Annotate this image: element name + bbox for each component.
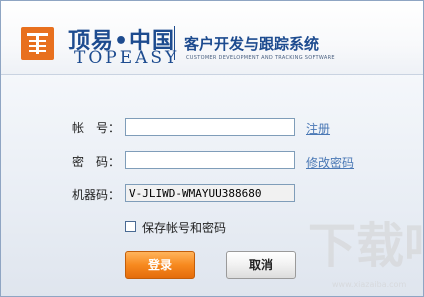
watermark-text: 下载吧 <box>308 218 423 274</box>
topeasy-logo-icon <box>21 27 54 60</box>
register-link[interactable]: 注册 <box>306 120 330 137</box>
watermark-url: www.xiazaiba.com <box>332 280 407 289</box>
remember-label[interactable]: 保存帐号和密码 <box>142 219 226 236</box>
brand-name-english: TOPEASY <box>74 48 180 68</box>
account-label: 帐 号： <box>72 121 121 135</box>
password-label: 密 码： <box>72 155 121 169</box>
login-window: 顶易•中国 TOPEASY 客户开发与跟踪系统 CUSTOMER DEVELOP… <box>0 0 424 297</box>
password-input[interactable] <box>125 151 295 169</box>
site-watermark: 下载吧 www.xiazaiba.com <box>286 206 423 291</box>
change-password-link[interactable]: 修改密码 <box>306 154 354 171</box>
system-title: 客户开发与跟踪系统 <box>184 35 320 53</box>
system-subtitle: CUSTOMER DEVELOPMENT AND TRACKING SOFTWA… <box>186 55 335 61</box>
header-divider <box>174 26 175 60</box>
cancel-button[interactable]: 取消 <box>226 251 296 279</box>
machine-code-label: 机器码： <box>72 188 121 202</box>
remember-checkbox[interactable] <box>125 221 136 232</box>
machine-code-field[interactable] <box>125 184 295 202</box>
header-banner: 顶易•中国 TOPEASY 客户开发与跟踪系统 CUSTOMER DEVELOP… <box>1 1 423 75</box>
account-input[interactable] <box>125 118 295 136</box>
login-button[interactable]: 登录 <box>125 251 195 279</box>
